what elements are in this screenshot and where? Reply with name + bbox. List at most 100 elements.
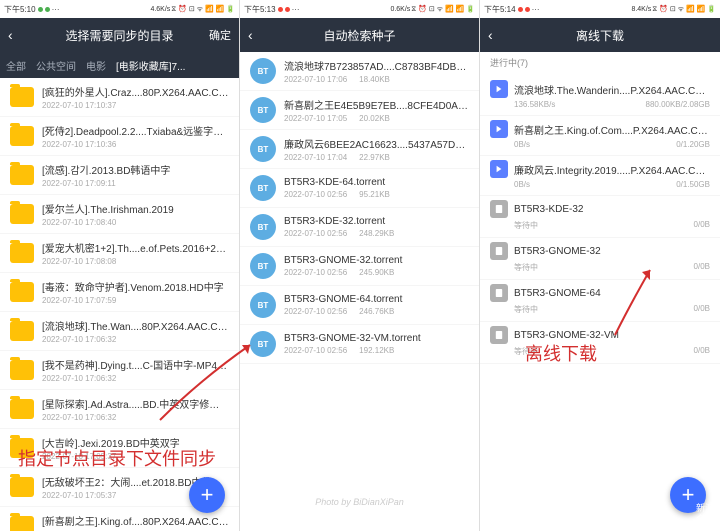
folder-name: [新喜剧之王].King.of....80P.X264.AAC.CHS (42, 513, 229, 528)
bt-icon: BT (250, 292, 276, 318)
torrent-size: 18.40KB (359, 75, 390, 84)
torrent-list[interactable]: BT 流浪地球7B723857AD....C8783BF4DB77.torren… (240, 52, 479, 364)
folder-icon (10, 282, 34, 302)
back-icon[interactable]: ‹ (248, 27, 253, 43)
status-bar: 下午5:13 ··· 0.6K/s ⧖ ⏰ ⊡ ᯤ 📶 📶 🔋 (240, 0, 479, 18)
folder-icon (10, 204, 34, 224)
status-bar: 下午5:10 ··· 4.6K/s ⧖ ⏰ ⊡ ᯤ 📶 📶 🔋 (0, 0, 239, 18)
tabs: 全部 公共空间 电影 [电影收藏库]7... (0, 52, 239, 78)
download-item[interactable]: 流浪地球.The.Wanderin....P.X264.AAC.CHS.mp4 … (480, 76, 720, 116)
play-icon (490, 80, 508, 98)
download-speed: 0B/s (514, 140, 530, 149)
torrent-item[interactable]: BT 流浪地球7B723857AD....C8783BF4DB77.torren… (240, 52, 479, 91)
torrent-name: 廉政风云6BEE2AC16623....5437A57D6BE.torrent (284, 136, 469, 151)
annotation-right: 离线下载 (525, 340, 597, 366)
back-icon[interactable]: ‹ (8, 27, 13, 43)
folder-date: 2022-07-10 17:06:32 (42, 374, 229, 383)
torrent-item[interactable]: BT BT5R3-KDE-32.torrent 2022-07-10 02:56… (240, 208, 479, 247)
folder-item[interactable]: [爱宠大机密1+2].Th....e.of.Pets.2016+2019 202… (0, 234, 239, 273)
tab-all[interactable]: 全部 (6, 58, 26, 73)
tab-movies[interactable]: 电影 (86, 58, 106, 73)
torrent-size: 22.97KB (359, 153, 390, 162)
folder-name: [疯狂的外星人].Craz....80P.X264.AAC.CHS (42, 84, 229, 99)
torrent-name: BT5R3-GNOME-32.torrent (284, 255, 469, 266)
folder-name: [星际探索].Ad.Astra.....BD.中英双字修复版 (42, 396, 229, 411)
download-list[interactable]: 流浪地球.The.Wanderin....P.X264.AAC.CHS.mp4 … (480, 76, 720, 364)
download-name: BT5R3-GNOME-32 (514, 246, 710, 257)
download-item[interactable]: 廉政风云.Integrity.2019.....P.X264.AAC.CHS.m… (480, 156, 720, 196)
torrent-item[interactable]: BT 廉政风云6BEE2AC16623....5437A57D6BE.torre… (240, 130, 479, 169)
watermark: 新浪 众测 (696, 503, 714, 525)
download-size: 0/0B (694, 262, 710, 273)
folder-item[interactable]: [星际探索].Ad.Astra.....BD.中英双字修复版 2022-07-1… (0, 390, 239, 429)
folder-item[interactable]: [疯狂的外星人].Craz....80P.X264.AAC.CHS 2022-0… (0, 78, 239, 117)
folder-name: [毒液：致命守护者].Venom.2018.HD中字 (42, 279, 229, 294)
folder-name: [爱宠大机密1+2].Th....e.of.Pets.2016+2019 (42, 240, 229, 255)
folder-icon (10, 477, 34, 497)
download-name: 流浪地球.The.Wanderin....P.X264.AAC.CHS.mp4 (514, 82, 710, 97)
folder-icon (10, 360, 34, 380)
torrent-date: 2022-07-10 17:04 (284, 153, 347, 162)
auto-seed-pane: 下午5:13 ··· 0.6K/s ⧖ ⏰ ⊡ ᯤ 📶 📶 🔋 ‹ 自动检索种子… (240, 0, 480, 531)
header: ‹ 选择需要同步的目录 确定 (0, 18, 239, 52)
torrent-item[interactable]: BT BT5R3-GNOME-32.torrent 2022-07-10 02:… (240, 247, 479, 286)
folder-icon (10, 243, 34, 263)
file-icon (490, 284, 508, 302)
download-size: 0/1.20GB (676, 140, 710, 149)
bt-icon: BT (250, 214, 276, 240)
download-size: 0/0B (694, 304, 710, 315)
folder-icon (10, 87, 34, 107)
download-item[interactable]: BT5R3-GNOME-64 等待中0/0B (480, 280, 720, 322)
folder-date: 2022-07-10 17:07:59 (42, 296, 229, 305)
torrent-item[interactable]: BT 新喜剧之王E4E5B9E7EB....8CFE4D0A6C7.torren… (240, 91, 479, 130)
torrent-date: 2022-07-10 02:56 (284, 346, 347, 355)
download-item[interactable]: BT5R3-GNOME-32-VM 等待中0/0B (480, 322, 720, 364)
folder-item[interactable]: [爱尔兰人].The.Irishman.2019 2022-07-10 17:0… (0, 195, 239, 234)
torrent-item[interactable]: BT BT5R3-GNOME-64.torrent 2022-07-10 02:… (240, 286, 479, 325)
folder-name: [流浪地球].The.Wan....80P.X264.AAC.CHS (42, 318, 229, 333)
folder-icon (10, 516, 34, 531)
file-icon (490, 200, 508, 218)
header: ‹ 离线下载 (480, 18, 720, 52)
add-fab[interactable]: + (189, 477, 225, 513)
back-icon[interactable]: ‹ (488, 27, 493, 43)
download-name: 新喜剧之王.King.of.Com....P.X264.AAC.CHS.mp4 (514, 122, 710, 137)
torrent-name: BT5R3-KDE-64.torrent (284, 177, 469, 188)
torrent-name: 流浪地球7B723857AD....C8783BF4DB77.torrent (284, 58, 469, 73)
folder-item[interactable]: [流感].감기.2013.BD韩语中字 2022-07-10 17:09:11 (0, 156, 239, 195)
play-icon (490, 160, 508, 178)
tab-collection[interactable]: [电影收藏库]7... (116, 58, 185, 73)
confirm-button[interactable]: 确定 (209, 27, 231, 43)
download-item[interactable]: BT5R3-KDE-32 等待中0/0B (480, 196, 720, 238)
torrent-size: 192.12KB (359, 346, 394, 355)
folder-item[interactable]: [死侍2].Deadpool.2.2....Txiaba&远鉴字幕组 2022-… (0, 117, 239, 156)
folder-date: 2022-07-10 17:10:36 (42, 140, 229, 149)
folder-icon (10, 165, 34, 185)
bt-icon: BT (250, 331, 276, 357)
torrent-date: 2022-07-10 02:56 (284, 268, 347, 277)
download-size: 0/1.50GB (676, 180, 710, 189)
download-speed: 0B/s (514, 180, 530, 189)
bt-icon: BT (250, 58, 276, 84)
header-title: 自动检索种子 (323, 27, 395, 44)
header-title: 离线下载 (576, 27, 624, 44)
folder-date: 2022-07-10 17:06:32 (42, 413, 229, 422)
folder-icon (10, 399, 34, 419)
download-name: 廉政风云.Integrity.2019.....P.X264.AAC.CHS.m… (514, 162, 710, 177)
download-item[interactable]: 新喜剧之王.King.of.Com....P.X264.AAC.CHS.mp4 … (480, 116, 720, 156)
tab-public[interactable]: 公共空间 (36, 58, 76, 73)
torrent-name: BT5R3-GNOME-64.torrent (284, 294, 469, 305)
download-speed: 等待中 (514, 220, 538, 231)
download-name: BT5R3-GNOME-64 (514, 288, 710, 299)
torrent-item[interactable]: BT BT5R3-KDE-64.torrent 2022-07-10 02:56… (240, 169, 479, 208)
folder-item[interactable]: [流浪地球].The.Wan....80P.X264.AAC.CHS 2022-… (0, 312, 239, 351)
torrent-item[interactable]: BT BT5R3-GNOME-32-VM.torrent 2022-07-10 … (240, 325, 479, 364)
folder-item[interactable]: [毒液：致命守护者].Venom.2018.HD中字 2022-07-10 17… (0, 273, 239, 312)
folder-name: [流感].감기.2013.BD韩语中字 (42, 162, 229, 177)
folder-icon (10, 126, 34, 146)
folder-item[interactable]: [我不是药神].Dying.t....C-国语中字-MP4BA 2022-07-… (0, 351, 239, 390)
annotation-left: 指定节点目录下文件同步 (18, 445, 216, 471)
play-icon (490, 120, 508, 138)
offline-download-pane: 下午5:14 ··· 8.4K/s ⧖ ⏰ ⊡ ᯤ 📶 📶 🔋 ‹ 离线下载 进… (480, 0, 720, 531)
download-item[interactable]: BT5R3-GNOME-32 等待中0/0B (480, 238, 720, 280)
